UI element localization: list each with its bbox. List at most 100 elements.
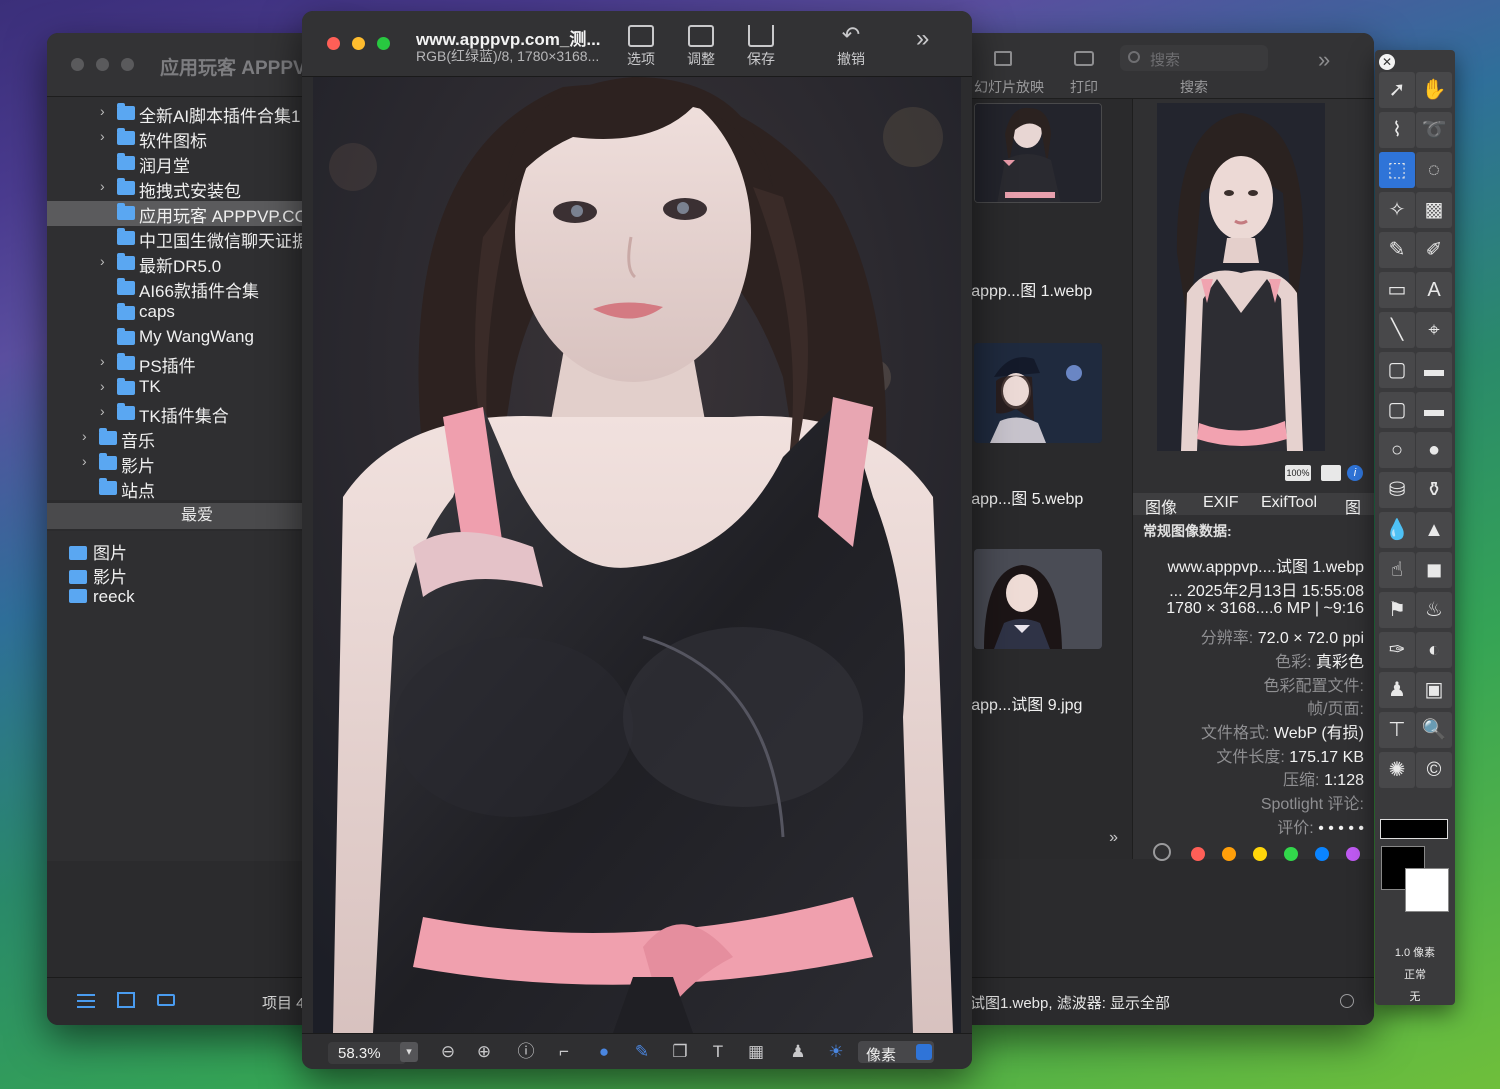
clear-color-icon[interactable] <box>1153 843 1171 861</box>
copyright-icon[interactable]: © <box>1416 752 1452 788</box>
zoom-badge[interactable]: 100% <box>1285 465 1311 481</box>
hand-tool-icon[interactable]: ✋ <box>1416 72 1452 108</box>
flame-icon[interactable]: ♨ <box>1416 592 1452 628</box>
favorite-item[interactable]: 影片 <box>69 563 127 588</box>
more-chevron-icon[interactable]: » <box>1318 47 1330 73</box>
zoom-field[interactable]: 58.3% <box>328 1042 406 1064</box>
tab-exif[interactable]: EXIF <box>1203 494 1239 512</box>
color-label-dot[interactable] <box>1222 847 1236 861</box>
chevron-right-icon[interactable]: › <box>100 403 105 419</box>
spray-icon[interactable]: ✺ <box>1379 752 1415 788</box>
line-tool-icon[interactable]: ╲ <box>1379 312 1415 348</box>
arrow-tool-icon[interactable]: ➚ <box>1379 72 1415 108</box>
more-chevron-icon[interactable]: » <box>916 25 929 53</box>
tab-exiftool[interactable]: ExifTool <box>1261 494 1317 512</box>
text-tool-icon[interactable]: A <box>1416 272 1452 308</box>
color-label-dot[interactable] <box>1191 847 1205 861</box>
brush-icon[interactable]: ✐ <box>1416 232 1452 268</box>
chevron-right-icon[interactable]: › <box>100 178 105 194</box>
minimize-button[interactable] <box>96 58 109 71</box>
chevron-right-icon[interactable]: › <box>100 128 105 144</box>
thumbnail-3[interactable] <box>974 549 1102 649</box>
print-icon[interactable] <box>1074 51 1094 66</box>
favorite-item[interactable]: reeck <box>69 587 135 607</box>
color-label-dot[interactable] <box>1253 847 1267 861</box>
broom-icon[interactable]: ⚑ <box>1379 592 1415 628</box>
rope-tool-icon[interactable]: ➰ <box>1416 112 1452 148</box>
chevron-right-icon[interactable]: › <box>100 378 105 394</box>
clamp-icon[interactable]: ⊤ <box>1379 712 1415 748</box>
color-label-dot[interactable] <box>1346 847 1360 861</box>
background-color[interactable] <box>1405 868 1449 912</box>
preview-view-icon[interactable] <box>117 992 135 1008</box>
bucket-icon[interactable]: ⛁ <box>1379 472 1415 508</box>
brush-size-label[interactable]: 1.0 像素 <box>1381 944 1449 960</box>
finger-icon[interactable]: ☝ <box>1379 552 1415 588</box>
crop-icon[interactable]: ⌐ <box>554 1042 574 1062</box>
close-button[interactable] <box>327 37 340 50</box>
grid-icon[interactable]: ▦ <box>746 1042 766 1062</box>
info-icon[interactable]: i <box>1347 465 1363 481</box>
zoom-dropdown-icon[interactable]: ▾ <box>400 1042 418 1062</box>
histogram-icon[interactable] <box>1321 465 1341 481</box>
wrench-icon[interactable]: ✎ <box>632 1042 652 1062</box>
chevron-right-icon[interactable]: › <box>100 353 105 369</box>
copy-icon[interactable]: ❐ <box>670 1042 690 1062</box>
tab-more[interactable]: 图 <box>1345 494 1361 518</box>
info-icon[interactable]: ⓘ <box>516 1042 536 1062</box>
rect-icon[interactable]: ▢ <box>1379 352 1415 388</box>
chevron-right-icon[interactable]: › <box>82 428 87 444</box>
sponge-icon[interactable]: ◼ <box>1416 552 1452 588</box>
expand-icon[interactable]: » <box>1109 829 1118 847</box>
list-view-icon[interactable] <box>77 994 95 1008</box>
color-label-dot[interactable] <box>1284 847 1298 861</box>
options-button[interactable]: 选项 <box>616 25 666 69</box>
color-pick-icon[interactable]: ◐ <box>1416 632 1452 668</box>
circle-fill-icon[interactable]: ● <box>1416 432 1452 468</box>
gallery-view-icon[interactable] <box>157 994 175 1006</box>
drop-icon[interactable]: 💧 <box>1379 512 1415 548</box>
minimize-button[interactable] <box>352 37 365 50</box>
marquee-tool-icon[interactable]: ⬚ <box>1379 152 1415 188</box>
save-button[interactable]: 保存 <box>736 25 786 69</box>
slideshow-label[interactable]: 幻灯片放映 <box>974 77 1044 97</box>
slideshow-icon[interactable] <box>994 51 1012 66</box>
lasso-tool-icon[interactable]: ⌇ <box>1379 112 1415 148</box>
chevron-right-icon[interactable]: › <box>82 453 87 469</box>
none-label[interactable]: 无 <box>1381 988 1449 1004</box>
zoom-in-icon[interactable]: ⊕ <box>474 1042 494 1062</box>
eyedropper-icon[interactable]: ✑ <box>1379 632 1415 668</box>
pencil-icon[interactable]: ✎ <box>1379 232 1415 268</box>
chevron-right-icon[interactable]: › <box>100 253 105 269</box>
close-button[interactable] <box>71 58 84 71</box>
person-icon[interactable]: ♟ <box>788 1042 808 1062</box>
crosshair-icon[interactable]: ⌖ <box>1416 312 1452 348</box>
silhouette-icon[interactable]: ♟ <box>1379 672 1415 708</box>
rect-fill-icon[interactable]: ▬ <box>1416 352 1452 388</box>
zoom-out-icon[interactable]: ⊖ <box>438 1042 458 1062</box>
print-label[interactable]: 打印 <box>1070 77 1098 97</box>
eraser-icon[interactable]: ▭ <box>1379 272 1415 308</box>
thumbnail-1[interactable] <box>974 103 1102 203</box>
magnifier-icon[interactable]: 🔍 <box>1416 712 1452 748</box>
more-options-icon[interactable] <box>1340 994 1354 1008</box>
color-label-dot[interactable] <box>1315 847 1329 861</box>
round-rect-icon[interactable]: ▢ <box>1379 392 1415 428</box>
magic-wand-icon[interactable]: ✧ <box>1379 192 1415 228</box>
zoom-button[interactable] <box>377 37 390 50</box>
adjust-button[interactable]: 调整 <box>676 25 726 69</box>
unit-select[interactable]: 像素 <box>858 1041 934 1064</box>
stamp-icon[interactable]: ⚱ <box>1416 472 1452 508</box>
checker-icon[interactable]: ▩ <box>1416 192 1452 228</box>
cone-icon[interactable]: ▲ <box>1416 512 1452 548</box>
search-input[interactable]: 搜索 <box>1120 45 1268 71</box>
blend-mode-label[interactable]: 正常 <box>1381 966 1449 982</box>
image-canvas[interactable] <box>313 77 961 1033</box>
round-rect-fill-icon[interactable]: ▬ <box>1416 392 1452 428</box>
stroke-swatch[interactable] <box>1380 819 1448 839</box>
tab-image[interactable]: 图像 <box>1145 494 1177 518</box>
close-palette-icon[interactable]: ✕ <box>1379 54 1395 70</box>
thumbnail-2[interactable] <box>974 343 1102 443</box>
zoom-button[interactable] <box>121 58 134 71</box>
frame-icon[interactable]: ▣ <box>1416 672 1452 708</box>
